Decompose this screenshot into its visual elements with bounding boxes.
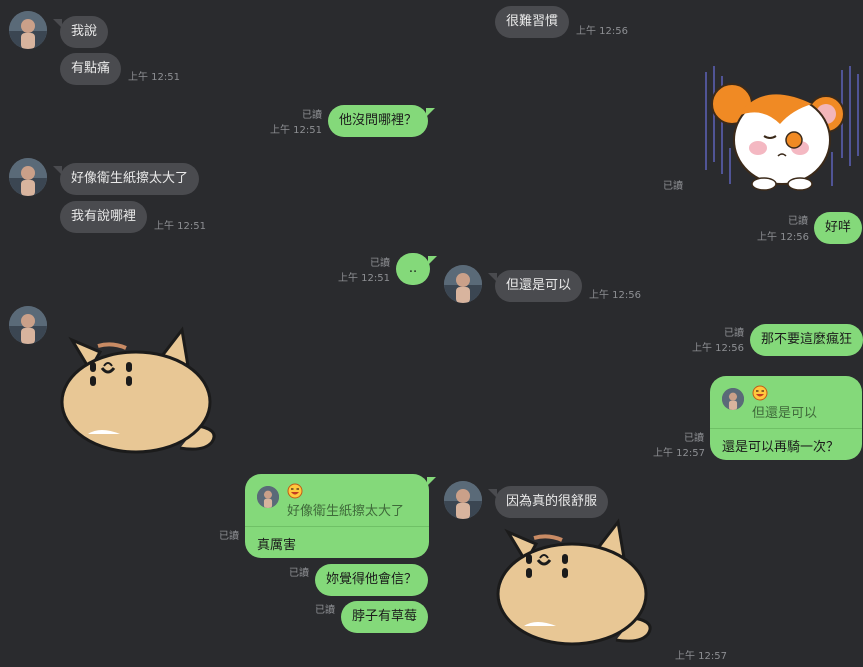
read-receipt: 已讀: [289, 568, 309, 579]
read-receipt: 已讀: [684, 433, 704, 444]
message-bubble[interactable]: 我有說哪裡: [60, 201, 148, 233]
avatar[interactable]: [444, 481, 482, 519]
message-time: 上午 12:51: [270, 125, 322, 136]
read-receipt: 已讀: [315, 605, 335, 616]
message-time: 上午 12:51: [154, 221, 206, 232]
avatar[interactable]: [9, 306, 47, 344]
read-receipt: 已讀: [788, 216, 808, 227]
cat-sticker[interactable]: [496, 518, 656, 652]
message-time: 上午 12:51: [338, 273, 390, 284]
message-time: 上午 12:56: [589, 290, 641, 301]
reply-text: 還是可以再騎一次？: [722, 440, 840, 455]
message-time: 上午 12:56: [692, 343, 744, 354]
message-bubble[interactable]: 脖子有草莓: [341, 601, 429, 633]
avatar-photo: [9, 11, 47, 49]
message-bubble[interactable]: 那不要這麼瘋狂: [750, 324, 863, 356]
hamster-sticker[interactable]: [702, 66, 863, 200]
read-receipt: 已讀: [370, 258, 390, 269]
avatar[interactable]: [444, 265, 482, 303]
grinning-face-icon: [287, 483, 303, 499]
cat-sticker[interactable]: [60, 326, 220, 460]
read-receipt: 已讀: [219, 531, 239, 542]
reply-text: 真厲害: [257, 538, 297, 553]
quoted-avatar: [257, 486, 279, 508]
grinning-face-icon: [752, 385, 768, 401]
message-bubble[interactable]: ..: [396, 253, 437, 285]
quoted-text: 好像衛生紙擦太大了: [287, 504, 405, 519]
cat-sticker-image: [60, 326, 216, 454]
message-time: 上午 12:56: [757, 232, 809, 243]
avatar[interactable]: [9, 158, 47, 196]
message-bubble[interactable]: 他沒問哪裡？: [328, 105, 436, 137]
avatar-photo: [444, 481, 482, 519]
reply-message[interactable]: 好像衛生紙擦太大了 真厲害: [245, 474, 436, 558]
message-time: 上午 12:57: [675, 651, 727, 662]
quoted-text: 但還是可以: [752, 406, 818, 421]
message-bubble[interactable]: 很難習慣: [495, 6, 570, 38]
reply-message[interactable]: 但還是可以 還是可以再騎一次？: [710, 376, 862, 460]
avatar-photo: [9, 158, 47, 196]
message-time: 上午 12:56: [576, 26, 628, 37]
hamster-sticker-image: [705, 66, 859, 191]
message-bubble[interactable]: 因為真的很舒服: [487, 486, 609, 518]
message-time: 上午 12:57: [653, 448, 705, 459]
read-receipt: 已讀: [302, 110, 322, 121]
quoted-message[interactable]: 但還是可以: [710, 376, 862, 429]
cat-sticker-image: [496, 518, 652, 646]
message-bubble[interactable]: 有點痛: [60, 53, 122, 85]
avatar-photo: [444, 265, 482, 303]
message-bubble[interactable]: 但還是可以: [487, 270, 583, 302]
message-bubble[interactable]: 妳覺得他會信？: [315, 564, 429, 596]
message-bubble[interactable]: 好像衛生紙擦太大了: [52, 163, 200, 195]
message-time: 上午 12:51: [128, 72, 180, 83]
read-receipt: 已讀: [663, 181, 683, 192]
quoted-avatar: [722, 388, 744, 410]
quoted-message[interactable]: 好像衛生紙擦太大了: [245, 474, 429, 527]
read-receipt: 已讀: [724, 328, 744, 339]
message-bubble[interactable]: 好咩: [814, 212, 863, 244]
message-bubble[interactable]: 我說: [52, 16, 109, 48]
avatar[interactable]: [9, 11, 47, 49]
avatar-photo: [9, 306, 47, 344]
